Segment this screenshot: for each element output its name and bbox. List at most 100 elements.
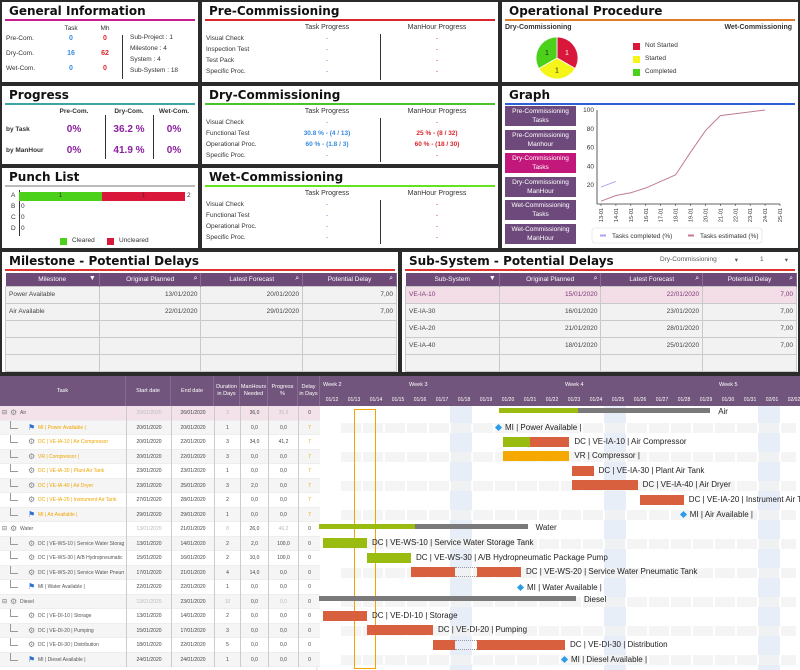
gantt-row[interactable]: ⊟ ⚙ Diesel 13/01/2020 23/01/2020 10 0,0 0,0 0 xyxy=(0,594,320,609)
gantt-bar-label: DC | VE-WS-20 | Service Water Pneumatic … xyxy=(526,567,698,576)
gantt-row[interactable]: ⚙ DC | VE-DI-20 | Pumping 15/01/2020 17/01/… xyxy=(0,623,320,638)
gantt-row[interactable]: ⚑ MI | Water Available | 22/01/2020 22/01/2… xyxy=(0,580,320,595)
gantt-row[interactable]: ⚑ MI | Air Available | 29/01/2020 29/01/202… xyxy=(0,507,320,522)
gantt-row[interactable]: ⚙ DC | VE-IA-40 | Air Dryer 23/01/2020 25/0… xyxy=(0,478,320,493)
gantt-row[interactable]: ⚙DC | VE-WS-10 | Service Water Storage T… xyxy=(0,536,320,551)
gantt-row[interactable]: ⚑ MI | Diesel Available | 24/01/2020 24/01/… xyxy=(0,652,320,667)
punch-category: A xyxy=(11,192,16,199)
progress-value: 0% xyxy=(166,124,182,135)
table-row[interactable]: Power Available 13/01/2020 20/01/2020 7,00 xyxy=(5,285,397,304)
gantt-row[interactable]: ⚙ DC | VE-DI-30 | Distribution 18/01/2020 2… xyxy=(0,638,320,653)
table-row[interactable]: VE-IA-20 21/01/2020 28/01/2020 7,00 xyxy=(405,319,797,338)
gantt-row[interactable]: ⚙DC | VE-WS-30 | A/B Hydropneumatic Pack… xyxy=(0,551,320,566)
gantt-task-bar[interactable] xyxy=(639,494,684,505)
gantt-task-bar[interactable] xyxy=(477,567,521,577)
gantt-row[interactable]: ⊟ ⚙ Water 13/01/2020 21/01/2020 8 26,0 46,2 0 xyxy=(0,522,320,537)
gantt-row[interactable]: ⚙ DC | VE-IA-20 | Instrument Air Tank 27/0… xyxy=(0,493,320,508)
column-header[interactable]: Sub-System ▼ xyxy=(405,273,500,286)
gantt-row[interactable]: ⚙DC | VE-WS-20 | Service Water Pneumatic… xyxy=(0,565,320,580)
gantt-column-header[interactable]: Progress % xyxy=(268,376,298,406)
gantt-column-header[interactable]: Duration in Days xyxy=(214,376,240,406)
gantt-column-header[interactable]: Task xyxy=(0,376,126,406)
table-row[interactable]: VE-IA-40 18/01/2020 25/01/2020 7,00 xyxy=(405,336,797,355)
column-header[interactable]: Original Planned ⌕ xyxy=(499,273,602,286)
graph-tab-button[interactable]: Pre-Commissioning Tasks xyxy=(505,106,576,126)
table-row[interactable] xyxy=(5,353,397,372)
gantt-cell-prog: 100,0 xyxy=(268,536,298,551)
search-icon[interactable]: ⌕ xyxy=(695,275,699,283)
collapse-toggle-icon[interactable]: ⊟ xyxy=(2,525,7,532)
filter-icon[interactable]: ▼ xyxy=(489,275,496,282)
graph-tab-button[interactable]: Dry-Commissioning Tasks xyxy=(505,153,576,173)
gantt-day-label: 02/02 xyxy=(787,397,800,403)
wetcom-row-label: Visual Check xyxy=(206,201,244,208)
gantt-task-bar[interactable] xyxy=(571,465,594,476)
gantt-column-header[interactable]: Start date xyxy=(126,376,171,406)
gantt-column-header[interactable]: End date xyxy=(171,376,214,406)
table-row[interactable] xyxy=(405,353,797,372)
table-cell: 7,00 xyxy=(702,302,797,321)
x-tick-label: 16-01 xyxy=(644,208,650,222)
gantt-row[interactable]: ⚑ MI | Power Available | 20/01/2020 20/01/2… xyxy=(0,420,320,435)
table-row[interactable]: VE-IA-10 15/01/2020 22/01/2020 7,00 xyxy=(405,285,797,304)
gantt-column-header-label: Duration in Days xyxy=(216,384,237,397)
column-header[interactable]: Original Planned ⌕ xyxy=(99,273,202,286)
gantt-task-bar[interactable] xyxy=(433,639,455,650)
tree-connector xyxy=(10,623,18,632)
tree-connector xyxy=(10,464,18,472)
collapse-toggle-icon[interactable]: ⊟ xyxy=(2,598,7,605)
gantt-cell-start: 29/01/2020 xyxy=(126,507,171,522)
milestone-diamond-icon[interactable] xyxy=(516,583,525,591)
graph-tab-button[interactable]: Dry-Commissioning ManHour xyxy=(505,176,576,197)
column-header[interactable]: Potential Delay ⌕ xyxy=(302,273,397,286)
graph-tab-button[interactable]: Wet-Commissioning ManHour xyxy=(505,223,576,244)
column-header[interactable]: Latest Forecast ⌕ xyxy=(200,273,304,286)
search-icon[interactable]: ⌕ xyxy=(194,275,198,283)
gantt-task-name: MI | Water Available | xyxy=(38,584,85,590)
column-header[interactable]: Potential Delay ⌕ xyxy=(702,273,797,286)
collapse-toggle-icon[interactable]: ⊟ xyxy=(2,409,7,416)
gantt-task-bar[interactable] xyxy=(323,610,367,621)
gantt-row[interactable]: ⊟ ⚙ Air 20/01/2020 26/01/2020 3 36,0 35,9 0 xyxy=(0,406,320,421)
gantt-row[interactable]: ⚙ DC | VE-IA-10 | Air Compressor 20/01/202… xyxy=(0,435,320,450)
gantt-row[interactable]: ⚙ DC | VE-DI-10 | Storage 13/01/2020 14/01/… xyxy=(0,609,320,624)
search-icon[interactable]: ⌕ xyxy=(594,275,598,283)
gantt-task-bar[interactable] xyxy=(477,639,565,650)
gantt-cell-delay: 0 xyxy=(298,551,320,566)
column-header[interactable]: Milestone ▼ xyxy=(5,273,100,286)
gantt-row[interactable]: ⚙ DC | VE-IA-30 | Plant Air Tank 23/01/202… xyxy=(0,464,320,479)
gantt-task-bar[interactable] xyxy=(571,480,638,490)
gantt-cell-delay: 7 xyxy=(298,507,320,522)
gantt-column-header[interactable]: Delay in Days xyxy=(298,376,320,406)
gantt-row[interactable]: ⚙ VR | Compressor | 20/01/2020 22/01/2020 3 0… xyxy=(0,449,320,464)
gantt-task-name: VR | Compressor | xyxy=(38,453,79,460)
gantt-day-label: 01/14 xyxy=(369,397,383,403)
search-icon[interactable]: ⌕ xyxy=(789,275,793,283)
table-row[interactable] xyxy=(5,336,397,355)
gantt-task-bar[interactable] xyxy=(503,451,570,461)
column-header-label: Sub-System xyxy=(434,275,470,283)
table-cell xyxy=(200,336,304,355)
search-icon[interactable]: ⌕ xyxy=(389,275,393,283)
column-header-label: Potential Delay xyxy=(327,275,372,283)
gantt-column-header[interactable]: ManHours Needed xyxy=(240,376,268,406)
gantt-task-progress xyxy=(503,436,530,447)
gantt-task-bar[interactable] xyxy=(367,625,433,635)
graph-tab-button[interactable]: Pre-Commissioning Manhour xyxy=(505,129,576,150)
table-row[interactable]: VE-IA-30 16/01/2020 23/01/2020 7,00 xyxy=(405,302,797,321)
discipline-select[interactable]: Dry-Commissioning ▾ xyxy=(660,256,740,264)
gantt-group-bar[interactable] xyxy=(318,596,576,601)
table-row[interactable] xyxy=(5,319,397,338)
page-select[interactable]: 1 ▾ xyxy=(754,256,790,264)
column-header[interactable]: Latest Forecast ⌕ xyxy=(600,273,704,286)
search-icon[interactable]: ⌕ xyxy=(295,275,299,283)
gantt-cell-prog: 0,0 xyxy=(268,580,298,595)
gantt-cell-end: 29/01/2020 xyxy=(171,507,214,522)
graph-tab-button[interactable]: Wet-Commissioning Tasks xyxy=(505,200,576,220)
gantt-cell-delay: 0 xyxy=(298,522,320,537)
table-row[interactable]: Air Available 22/01/2020 29/01/2020 7,00 xyxy=(5,302,397,321)
gantt-task-bar[interactable] xyxy=(411,567,455,577)
gear-icon: ⚙ xyxy=(28,567,36,577)
filter-icon[interactable]: ▼ xyxy=(89,275,96,282)
gantt-cell-mh: 0,0 xyxy=(240,609,268,624)
